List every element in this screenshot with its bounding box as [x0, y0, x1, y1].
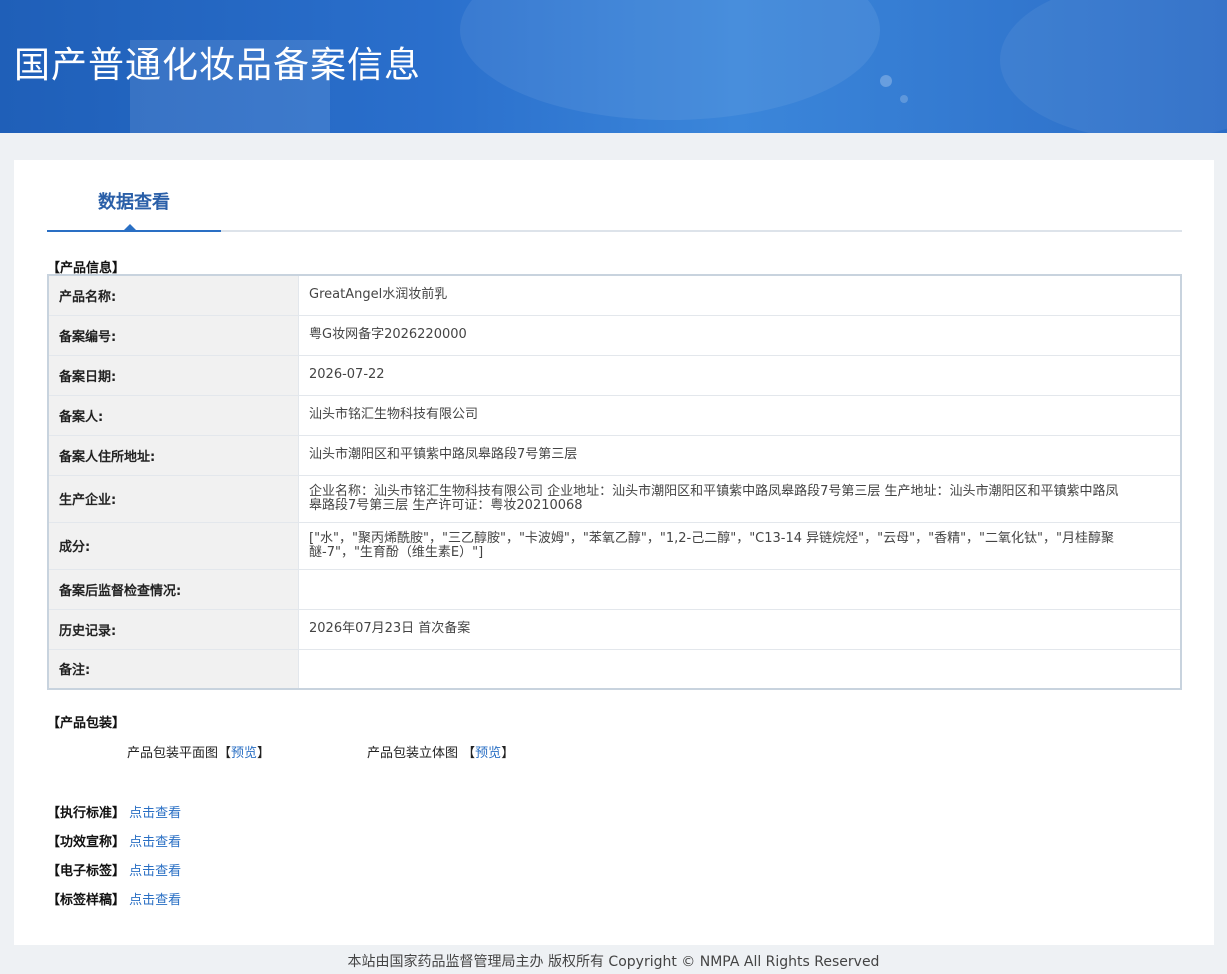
package-3d-preview-link[interactable]: 预览	[475, 746, 501, 761]
footer-copyright: 本站由国家药品监督管理局主办 版权所有 Copyright © NMPA All…	[347, 954, 880, 970]
row-label: 备案日期:	[48, 355, 299, 396]
table-row: 备案人住所地址: 汕头市潮阳区和平镇紫中路凤皋路段7号第三层	[48, 435, 1181, 476]
row-value: 汕头市潮阳区和平镇紫中路凤皋路段7号第三层	[298, 435, 1181, 476]
table-row: 生产企业: 企业名称：汕头市铭汇生物科技有限公司 企业地址：汕头市潮阳区和平镇紫…	[48, 475, 1181, 523]
banner-decoration	[460, 0, 880, 120]
doc-label: 【功效宣称】	[47, 835, 126, 850]
table-row: 产品名称: GreatAngel水润妆前乳	[48, 275, 1181, 316]
row-value: GreatAngel水润妆前乳	[298, 275, 1181, 316]
packaging-title: 【产品包装】	[47, 716, 126, 731]
bracket: 【	[462, 746, 476, 761]
table-row: 备注:	[48, 649, 1181, 690]
doc-label: 【电子标签】	[47, 864, 126, 879]
tab-data-view[interactable]: 数据查看	[47, 160, 221, 232]
package-3d-label: 产品包装立体图	[367, 746, 459, 761]
row-label: 成分:	[48, 522, 299, 570]
table-row: 备案人: 汕头市铭汇生物科技有限公司	[48, 395, 1181, 436]
row-value: ["水"，"聚丙烯酰胺"，"三乙醇胺"，"卡波姆"，"苯氧乙醇"，"1,2-己二…	[298, 522, 1181, 570]
row-label: 产品名称:	[48, 275, 299, 316]
row-value: 2026年07月23日 首次备案	[298, 609, 1181, 650]
package-3d-item: 产品包装立体图 【预览】	[367, 742, 514, 761]
doc-row-efficacy: 【功效宣称】 点击查看	[47, 831, 181, 850]
doc-row-e-label: 【电子标签】 点击查看	[47, 860, 181, 879]
bracket: 】	[257, 746, 271, 761]
doc-label: 【标签样稿】	[47, 893, 126, 908]
doc-row-standard: 【执行标准】 点击查看	[47, 802, 181, 821]
row-value: 企业名称：汕头市铭汇生物科技有限公司 企业地址：汕头市潮阳区和平镇紫中路凤皋路段…	[298, 475, 1181, 523]
banner-decoration	[1000, 0, 1227, 133]
doc-view-link[interactable]: 点击查看	[129, 893, 181, 908]
row-label: 生产企业:	[48, 475, 299, 523]
row-label: 备案人:	[48, 395, 299, 436]
row-value: 汕头市铭汇生物科技有限公司	[298, 395, 1181, 436]
content-panel: 数据查看 【产品信息】 产品名称: GreatAngel水润妆前乳 备案编号: …	[14, 160, 1214, 945]
row-label: 备案编号:	[48, 315, 299, 356]
row-label: 备案人住所地址:	[48, 435, 299, 476]
row-label: 备注:	[48, 649, 299, 690]
doc-view-link[interactable]: 点击查看	[129, 864, 181, 879]
package-flat-item: 产品包装平面图【预览】	[127, 742, 270, 761]
row-value	[298, 649, 1181, 690]
tab-active-caret	[124, 224, 136, 230]
table-row: 备案编号: 粤G妆网备字2026220000	[48, 315, 1181, 356]
row-value: 2026-07-22	[298, 355, 1181, 396]
product-info-table: 产品名称: GreatAngel水润妆前乳 备案编号: 粤G妆网备字202622…	[47, 274, 1182, 690]
tab-label: 数据查看	[98, 192, 170, 213]
table-row: 备案后监督检查情况:	[48, 569, 1181, 610]
doc-label: 【执行标准】	[47, 806, 126, 821]
package-flat-preview-link[interactable]: 预览	[231, 746, 257, 761]
doc-view-link[interactable]: 点击查看	[129, 835, 181, 850]
row-label: 历史记录:	[48, 609, 299, 650]
table-row: 成分: ["水"，"聚丙烯酰胺"，"三乙醇胺"，"卡波姆"，"苯氧乙醇"，"1,…	[48, 522, 1181, 570]
doc-view-link[interactable]: 点击查看	[129, 806, 181, 821]
banner-decoration	[880, 75, 892, 87]
row-value	[298, 569, 1181, 610]
package-flat-label: 产品包装平面图	[127, 746, 219, 761]
table-row: 历史记录: 2026年07月23日 首次备案	[48, 609, 1181, 650]
doc-row-label-draft: 【标签样稿】 点击查看	[47, 889, 181, 908]
bracket: 】	[501, 746, 515, 761]
bracket: 【	[218, 746, 232, 761]
row-value: 粤G妆网备字2026220000	[298, 315, 1181, 356]
row-label: 备案后监督检查情况:	[48, 569, 299, 610]
table-row: 备案日期: 2026-07-22	[48, 355, 1181, 396]
banner-decoration	[900, 95, 908, 103]
header-banner: 国产普通化妆品备案信息	[0, 0, 1227, 133]
tab-bar: 数据查看	[47, 160, 1182, 232]
page-title: 国产普通化妆品备案信息	[14, 45, 422, 86]
